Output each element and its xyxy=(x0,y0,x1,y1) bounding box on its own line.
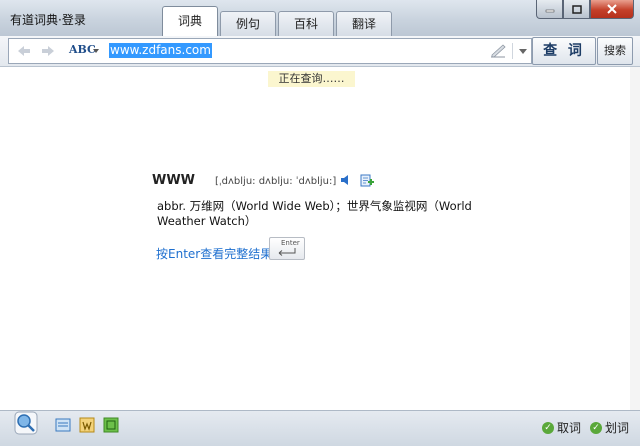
minimize-icon xyxy=(545,9,554,13)
capture-word-label: 取词 xyxy=(557,421,582,435)
window-controls xyxy=(536,0,634,19)
phonetic: [ˌdʌblju: dʌblju: ˈdʌblju:] xyxy=(215,176,337,187)
maximize-button[interactable] xyxy=(563,0,590,19)
tab-examples[interactable]: 例句 xyxy=(220,11,276,36)
select-word-label: 划词 xyxy=(605,421,630,435)
search-input[interactable]: www.zdfans.com xyxy=(109,43,212,58)
spellcheck-icon[interactable]: ABC xyxy=(69,43,96,56)
result-panel xyxy=(0,67,630,410)
tab-bar: 词典 例句 百科 翻译 xyxy=(162,6,394,37)
capture-word-toggle[interactable]: ✓ 取词 xyxy=(542,419,581,436)
headword: WWW xyxy=(152,173,196,188)
close-button[interactable] xyxy=(590,0,634,19)
divider xyxy=(512,43,513,59)
tools-icon[interactable] xyxy=(103,417,119,433)
status-tip: 正在查询…… xyxy=(268,71,355,87)
enter-arrow-icon xyxy=(278,248,296,256)
tab-translate[interactable]: 翻译 xyxy=(336,11,392,36)
login-link[interactable]: 登录 xyxy=(62,13,86,27)
full-result-link[interactable]: 按Enter查看完整结果 xyxy=(156,245,272,262)
tab-dictionary[interactable]: 词典 xyxy=(162,6,218,37)
lookup-button[interactable]: 查 词 xyxy=(532,37,596,65)
add-to-wordbook-icon[interactable] xyxy=(360,173,374,187)
definition: abbr. 万维网（World Wide Web）；世界气象监视网（World … xyxy=(157,199,472,228)
search-bar: ABC www.zdfans.com 查 词 搜索 xyxy=(0,36,640,67)
app-title: 有道词典·登录 xyxy=(10,11,86,28)
word-icon[interactable] xyxy=(79,417,95,433)
handwriting-icon[interactable] xyxy=(490,42,506,58)
close-icon xyxy=(607,4,617,14)
spellcheck-dropdown-icon[interactable] xyxy=(93,49,99,53)
check-icon: ✓ xyxy=(542,421,554,434)
select-word-toggle[interactable]: ✓ 划词 xyxy=(590,419,629,436)
wordbook-icon[interactable] xyxy=(55,417,71,433)
enter-key-icon: Enter xyxy=(269,237,305,260)
app-name: 有道词典 xyxy=(10,13,59,27)
speaker-icon[interactable] xyxy=(340,174,352,186)
web-search-button[interactable]: 搜索 xyxy=(597,37,633,65)
app-logo-icon[interactable] xyxy=(14,411,38,435)
tab-encyclopedia[interactable]: 百科 xyxy=(278,11,334,36)
minimize-button[interactable] xyxy=(536,0,563,19)
check-icon: ✓ xyxy=(590,421,602,434)
forward-arrow-icon[interactable] xyxy=(41,45,55,57)
back-arrow-icon[interactable] xyxy=(17,45,31,57)
history-dropdown-icon[interactable] xyxy=(519,49,527,54)
title-bar: 有道词典·登录 词典 例句 百科 翻译 xyxy=(0,0,640,37)
maximize-icon xyxy=(571,4,582,14)
search-box: ABC www.zdfans.com xyxy=(8,38,532,64)
scrollbar[interactable] xyxy=(630,67,640,410)
